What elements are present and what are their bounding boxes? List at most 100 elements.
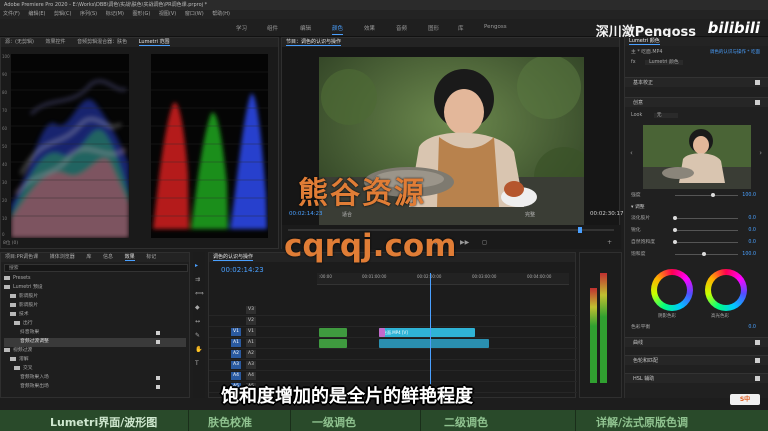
lumetri-clip-selector[interactable]: 主 * 吃面.MP4 调色的认识与操作 * 吃面 [631, 48, 760, 57]
section-creative[interactable]: 创意 [625, 97, 768, 107]
workspace-audio[interactable]: 音频 [396, 24, 407, 32]
playhead[interactable] [430, 273, 431, 397]
track-label[interactable]: A2 [246, 350, 256, 358]
workspace-effects[interactable]: 效果 [364, 24, 375, 32]
list-item[interactable]: 溶解 [4, 356, 186, 365]
vibrance-slider[interactable] [675, 242, 738, 243]
track-label[interactable]: A1 [246, 339, 256, 347]
slip-tool-icon[interactable]: ↔ [195, 318, 200, 325]
source-patch[interactable]: V1 [231, 328, 241, 336]
menu-help[interactable]: 帮助(H) [212, 11, 230, 17]
intensity-knob[interactable] [711, 193, 715, 197]
look-preview-thumbnail[interactable] [643, 125, 751, 189]
tab-effects[interactable]: 效果 [124, 254, 135, 261]
export-frame-icon[interactable]: ◻ [482, 239, 487, 246]
step-forward-icon[interactable]: ▶▶ [460, 239, 469, 246]
audio-clip[interactable] [379, 338, 489, 348]
menu-graphics[interactable]: 图形(G) [133, 11, 151, 17]
section-basic-correction[interactable]: 基本校正 [625, 77, 768, 87]
vibrance-value[interactable]: 0.0 [748, 238, 756, 247]
track-label[interactable]: A4 [246, 372, 256, 380]
look-select[interactable]: 无 [653, 113, 678, 118]
menu-clip[interactable]: 剪辑(C) [54, 11, 71, 17]
timeline-timecode[interactable]: 00:02:14:23 [221, 266, 264, 274]
hand-tool-icon[interactable]: ✋ [195, 346, 202, 353]
chapter-item[interactable]: 详解/法式原版色调 [596, 414, 688, 430]
tab-info[interactable]: 信息 [103, 254, 113, 260]
faded-film-knob[interactable] [673, 216, 677, 220]
menu-sequence[interactable]: 序列(S) [80, 11, 97, 17]
zoom-fit-select[interactable]: 适合 [342, 211, 352, 218]
highlight-tint-wheel[interactable] [705, 269, 747, 311]
effects-search-input[interactable]: 搜索 [4, 264, 188, 272]
chapter-item[interactable]: 一级调色 [312, 414, 356, 430]
track-label[interactable]: V2 [246, 317, 256, 325]
saturation-slider[interactable] [675, 254, 738, 255]
list-item[interactable]: 抖音效果 [4, 329, 186, 338]
source-patch[interactable]: A1 [231, 339, 241, 347]
menu-view[interactable]: 视图(V) [159, 11, 176, 17]
workspace-pengoss[interactable]: Pengoss [484, 24, 507, 30]
tab-lumetri-scopes[interactable]: Lumetri 范围 [138, 39, 170, 46]
list-item[interactable]: 出行 [4, 320, 186, 329]
chapter-item[interactable]: 肤色校准 [208, 414, 252, 430]
intensity-slider[interactable] [675, 195, 738, 196]
saturation-knob[interactable] [702, 252, 706, 256]
list-item[interactable]: 交叉 [4, 365, 186, 374]
scope-bit-depth[interactable]: 8位 (0) [3, 240, 18, 246]
track-label[interactable]: V3 [246, 306, 256, 314]
menu-window[interactable]: 窗口(W) [185, 11, 204, 17]
shadow-tint-wheel[interactable] [651, 269, 693, 311]
faded-film-value[interactable]: 0.0 [748, 214, 756, 223]
list-item[interactable]: 音频效果入场 [4, 374, 186, 383]
curves-checkbox[interactable] [755, 340, 760, 345]
sharpen-knob[interactable] [673, 228, 677, 232]
basic-correction-checkbox[interactable] [755, 80, 760, 85]
adjust-header[interactable]: ▾ 调整 [631, 203, 760, 212]
tab-effect-controls[interactable]: 效果控件 [46, 39, 66, 45]
vibrance-knob[interactable] [673, 240, 677, 244]
section-hsl-secondary[interactable]: HSL 辅助 [625, 373, 768, 383]
type-tool-icon[interactable]: T [195, 360, 199, 367]
tab-project[interactable]: 项目:PR调色课 [5, 254, 38, 260]
video-clip[interactable] [319, 327, 347, 337]
ime-indicator[interactable]: S中 [730, 394, 760, 405]
list-item-selected[interactable]: 音频过渡调整 [4, 338, 186, 347]
workspace-assembly[interactable]: 组件 [267, 24, 278, 32]
list-item[interactable]: 影调胶片 [4, 302, 186, 311]
section-color-wheels[interactable]: 色轮和匹配 [625, 355, 768, 365]
tab-source[interactable]: 源：(无剪辑) [5, 39, 34, 45]
track-select-tool-icon[interactable]: ⇉ [195, 276, 200, 283]
hsl-checkbox[interactable] [755, 376, 760, 381]
selection-tool-icon[interactable]: ▸ [195, 262, 198, 269]
source-patch[interactable]: A2 [231, 350, 241, 358]
tab-media-browser[interactable]: 媒体浏览器 [50, 254, 75, 260]
next-look-icon[interactable]: › [759, 149, 762, 157]
menu-edit[interactable]: 编辑(E) [28, 11, 45, 17]
tab-libraries[interactable]: 库 [86, 254, 91, 260]
faded-film-slider[interactable] [675, 218, 738, 219]
creative-checkbox[interactable] [755, 100, 760, 105]
section-curves[interactable]: 曲线 [625, 337, 768, 347]
tab-sequence[interactable]: 调色的认识与操作 [213, 254, 254, 261]
list-item[interactable]: Lumetri 预设 [4, 284, 186, 293]
time-ruler[interactable]: :00:00 00:01:00:00 00:02:00:00 00:03:00:… [317, 273, 569, 285]
video-clip[interactable]: 吃面.MP4 [V] [379, 327, 475, 337]
color-wheels-checkbox[interactable] [755, 358, 760, 363]
workspace-graphics[interactable]: 图形 [428, 24, 439, 32]
workspace-editing[interactable]: 编辑 [300, 24, 311, 32]
source-patch[interactable]: A3 [231, 361, 241, 369]
chapter-item[interactable]: Lumetri界面/波形图 [50, 414, 157, 430]
audio-clip[interactable] [319, 338, 347, 348]
razor-tool-icon[interactable]: ◆ [195, 304, 200, 311]
list-item[interactable]: 视频过渡 [4, 347, 186, 356]
workspace-color[interactable]: 颜色 [332, 24, 344, 35]
resolution-select[interactable]: 完整 [525, 211, 535, 218]
scrubber-handle[interactable] [578, 227, 582, 233]
menu-file[interactable]: 文件(F) [3, 11, 20, 17]
sharpen-value[interactable]: 0.0 [748, 226, 756, 235]
saturation-value[interactable]: 100.0 [742, 250, 756, 259]
chapter-item[interactable]: 二级调色 [444, 414, 488, 430]
effect-select[interactable]: Lumetri 颜色 [645, 60, 683, 65]
source-patch[interactable]: A4 [231, 372, 241, 380]
